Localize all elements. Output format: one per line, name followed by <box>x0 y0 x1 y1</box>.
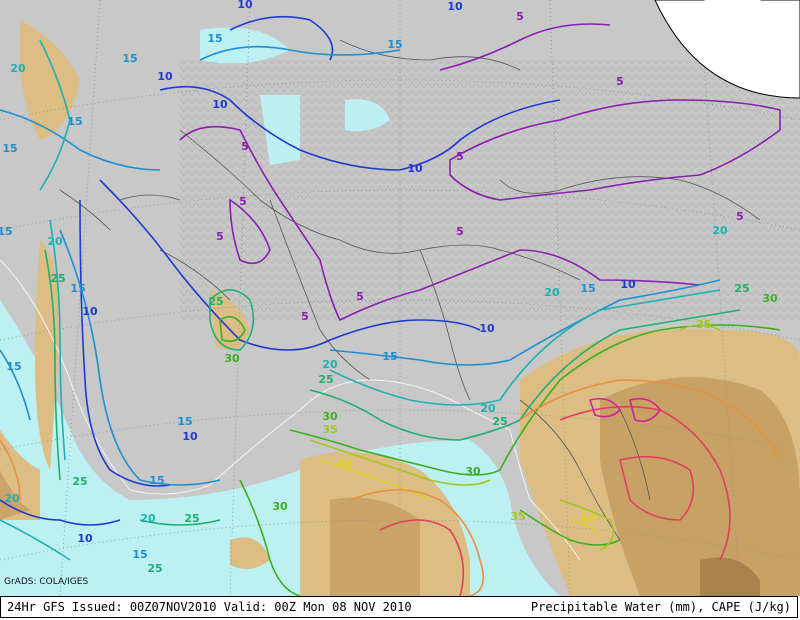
contour-label: 20 <box>4 492 20 505</box>
contour-label: 15 <box>149 474 164 487</box>
contour-label: 20 <box>544 286 560 299</box>
map-canvas: 5 5 5 5 5 5 5 5 5 5 10 10 10 10 10 10 10 10 10 10 15 15 15 15 15… <box>0 0 800 596</box>
variable-title: Precipitable Water (mm), CAPE (J/kg) <box>530 600 791 614</box>
contour-label: 15 <box>0 225 13 238</box>
contour-label: 5 <box>241 140 249 153</box>
contour-label: 10 <box>447 0 463 13</box>
contour-label: 20 <box>47 235 63 248</box>
contour-label: 25 <box>50 272 65 285</box>
contour-label: 25 <box>72 475 87 488</box>
contour-label: 15 <box>70 282 85 295</box>
contour-label: 5 <box>301 310 309 323</box>
contour-label: 25 <box>147 562 162 575</box>
contour-label: 20 <box>140 512 156 525</box>
contour-label: 30 <box>224 352 240 365</box>
issue-valid-text: 24Hr GFS Issued: 00Z07NOV2010 Valid: 00Z… <box>7 600 412 614</box>
weather-map-frame: 5 5 5 5 5 5 5 5 5 5 10 10 10 10 10 10 10 10 10 10 15 15 15 15 15… <box>0 0 800 620</box>
contour-label: 25 <box>492 415 507 428</box>
contour-label: 30 <box>465 465 481 478</box>
credit-text: GrADS: COLA/IGES <box>4 577 89 587</box>
contour-label: 15 <box>382 350 397 363</box>
contour-label: 40 <box>580 512 596 525</box>
contour-label: 25 <box>184 512 199 525</box>
contour-label: 10 <box>237 0 253 11</box>
contour-label: 5 <box>356 290 364 303</box>
contour-label: 15 <box>6 360 21 373</box>
contour-label: 20 <box>322 358 338 371</box>
contour-label: 5 <box>456 225 464 238</box>
contour-label: 5 <box>516 10 524 23</box>
contour-label: 10 <box>212 98 228 111</box>
contour-label: 10 <box>77 532 93 545</box>
contour-label: 30 <box>322 410 338 423</box>
contour-label: 15 <box>132 548 147 561</box>
contour-label: 25 <box>208 295 223 308</box>
contour-label: 40 <box>336 458 352 471</box>
contour-label: 20 <box>10 62 26 75</box>
contour-label: 10 <box>82 305 98 318</box>
contour-label: 15 <box>387 38 402 51</box>
contour-label: 15 <box>580 282 595 295</box>
contour-label: 15 <box>67 115 82 128</box>
contour-label: 15 <box>177 415 192 428</box>
contour-label: 25 <box>318 373 333 386</box>
contour-label: 30 <box>272 500 288 513</box>
contour-label: 35 <box>510 510 525 523</box>
contour-label: 5 <box>456 150 464 163</box>
contour-label: 20 <box>480 402 496 415</box>
contour-label: 10 <box>479 322 495 335</box>
contour-label: 5 <box>616 75 624 88</box>
contour-label: 5 <box>239 195 247 208</box>
contour-label: 35 <box>322 423 337 436</box>
contour-label: 5 <box>736 210 744 223</box>
contour-label: 35 <box>696 318 711 331</box>
contour-label: 10 <box>620 278 636 291</box>
contour-label: 15 <box>2 142 17 155</box>
contour-label: 25 <box>734 282 749 295</box>
contour-label: 15 <box>122 52 137 65</box>
contour-label: 20 <box>712 224 728 237</box>
contour-label: 15 <box>207 32 222 45</box>
contour-label: 10 <box>182 430 198 443</box>
map-footer: 24Hr GFS Issued: 00Z07NOV2010 Valid: 00Z… <box>0 596 798 618</box>
contour-label: 5 <box>216 230 224 243</box>
contour-label: 10 <box>407 162 423 175</box>
contour-label: 30 <box>762 292 778 305</box>
contour-label: 10 <box>157 70 173 83</box>
